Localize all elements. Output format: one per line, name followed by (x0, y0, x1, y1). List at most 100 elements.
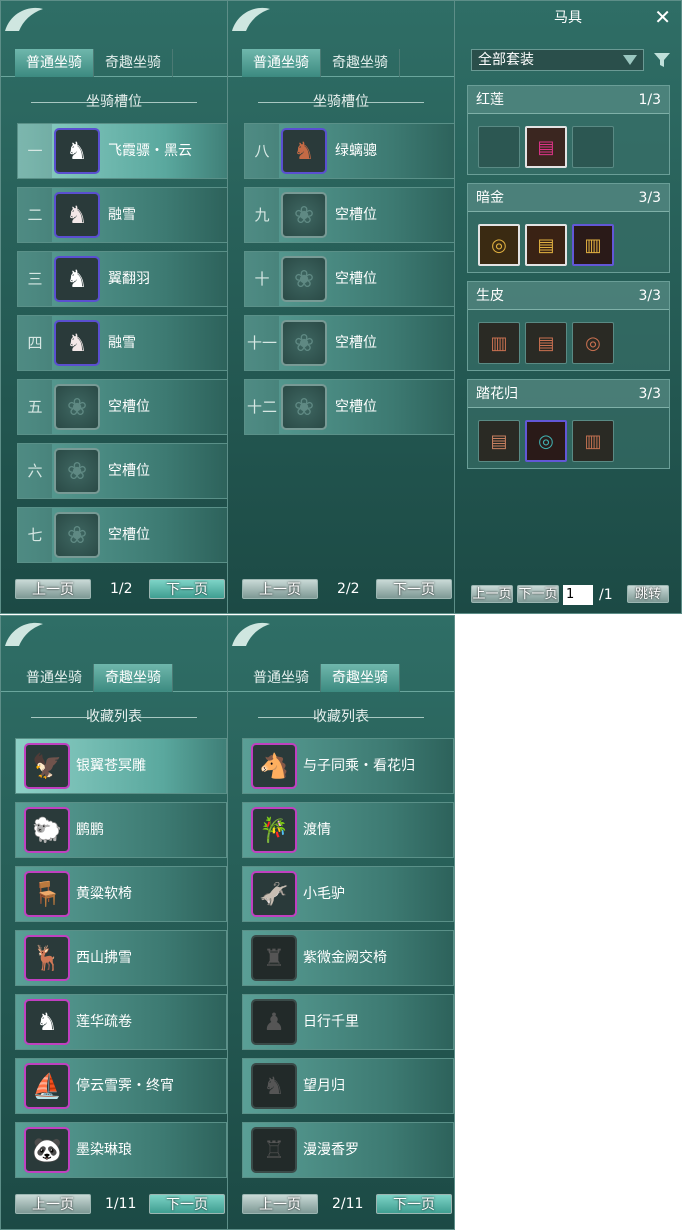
next-page-button[interactable]: 下一页 (376, 1194, 452, 1214)
bridle-icon[interactable]: ◎ (478, 224, 520, 266)
mount-slot[interactable]: 三 ♞ 翼翻羽 (17, 251, 227, 307)
slot-name: 空槽位 (335, 207, 377, 223)
next-page-button[interactable]: 下一页 (517, 585, 559, 603)
saddle-icon[interactable]: ▤ (478, 420, 520, 462)
deer-icon: ♞ (251, 1063, 297, 1109)
tab-fun-mount[interactable]: 奇趣坐骑 (321, 664, 400, 692)
prev-page-button[interactable]: 上一页 (471, 585, 513, 603)
riders-icon: 🐴 (251, 743, 297, 789)
tab-normal-mount[interactable]: 普通坐骑 (15, 664, 94, 692)
collection-item[interactable]: 🪑 黄粱软椅 (15, 866, 227, 922)
saddle-icon[interactable]: ▤ (525, 224, 567, 266)
collection-item[interactable]: 🦌 西山拂雪 (15, 930, 227, 986)
prev-page-button[interactable]: 上一页 (242, 579, 318, 599)
stirrup-icon[interactable]: ▥ (572, 420, 614, 462)
tab-fun-mount[interactable]: 奇趣坐骑 (94, 49, 173, 77)
mount-slot-panel-2: 普通坐骑 奇趣坐骑 坐骑槽位 八 ♞ 绿螭骢 九 ❀ 空槽位 十 ❀ 空槽位 十… (227, 0, 455, 614)
mount-slot[interactable]: 十二 ❀ 空槽位 (244, 379, 454, 435)
collection-item[interactable]: 🦅 银翼苍冥雕 (15, 738, 227, 794)
item-name: 小毛驴 (303, 886, 345, 902)
slot-number: 六 (18, 444, 52, 498)
item-name: 黄粱软椅 (76, 886, 132, 902)
collection-item[interactable]: ♞ 望月归 (242, 1058, 454, 1114)
set-name: 红莲 (476, 92, 504, 108)
stirrup-icon[interactable]: ▥ (478, 322, 520, 364)
empty-slot-icon: ❀ (281, 256, 327, 302)
section-title: 收藏列表 (228, 706, 454, 728)
saddle-icon[interactable]: ▤ (525, 322, 567, 364)
bridle-icon[interactable]: ◎ (572, 322, 614, 364)
slot-name: 空槽位 (335, 271, 377, 287)
panel-title: 马具 (554, 10, 582, 26)
pager: 上一页 2/2 下一页 (242, 579, 454, 601)
item-name: 西山拂雪 (76, 950, 132, 966)
set-name: 生皮 (476, 288, 504, 304)
collection-item[interactable]: 🎋 渡情 (242, 802, 454, 858)
mount-slot[interactable]: 四 ♞ 融雪 (17, 315, 227, 371)
close-icon[interactable]: ✕ (654, 5, 671, 29)
mount-slot[interactable]: 十一 ❀ 空槽位 (244, 315, 454, 371)
collection-item[interactable]: 🐑 鹏鹏 (15, 802, 227, 858)
collection-item[interactable]: ♞ 莲华疏卷 (15, 994, 227, 1050)
collection-item[interactable]: 🐴 与子同乘・看花归 (242, 738, 454, 794)
bridle-icon[interactable]: ◎ (525, 420, 567, 462)
empty-gear-slot[interactable] (572, 126, 614, 168)
next-page-button[interactable]: 下一页 (149, 579, 225, 599)
prev-page-button[interactable]: 上一页 (15, 1194, 91, 1214)
dragon-ornament-icon (1, 616, 47, 650)
mount-slot[interactable]: 五 ❀ 空槽位 (17, 379, 227, 435)
slot-name: 绿螭骢 (335, 143, 377, 159)
set-count: 3/3 (638, 288, 661, 304)
item-name: 墨染琳琅 (76, 1142, 132, 1158)
mount-slot[interactable]: 七 ❀ 空槽位 (17, 507, 227, 563)
jump-button[interactable]: 跳转 (627, 585, 669, 603)
prev-page-button[interactable]: 上一页 (15, 579, 91, 599)
page-indicator: 1/2 (110, 581, 133, 597)
slot-number: 十二 (245, 380, 279, 434)
slot-number: 三 (18, 252, 52, 306)
empty-gear-slot[interactable] (478, 126, 520, 168)
mount-slot[interactable]: 九 ❀ 空槽位 (244, 187, 454, 243)
mount-slot[interactable]: 六 ❀ 空槽位 (17, 443, 227, 499)
mount-slot[interactable]: 十 ❀ 空槽位 (244, 251, 454, 307)
dragon-ornament-icon (228, 1, 274, 35)
pager: 上一页 1/11 下一页 (15, 1194, 227, 1216)
dragon-ornament-icon (1, 1, 47, 35)
prev-page-button[interactable]: 上一页 (242, 1194, 318, 1214)
page-input[interactable]: 1 (563, 585, 593, 605)
next-page-button[interactable]: 下一页 (376, 579, 452, 599)
empty-slot-icon: ❀ (54, 512, 100, 558)
brown-horse-icon: ♞ (281, 128, 327, 174)
saddle-icon[interactable]: ▤ (525, 126, 567, 168)
dropdown-value: 全部套装 (478, 52, 534, 68)
item-name: 停云雪霁・终宵 (76, 1078, 174, 1094)
collection-item[interactable]: 🐼 墨染琳琅 (15, 1122, 227, 1178)
dragon-ornament-icon (228, 616, 274, 650)
slot-number: 二 (18, 188, 52, 242)
stirrup-icon[interactable]: ▥ (572, 224, 614, 266)
tab-fun-mount[interactable]: 奇趣坐骑 (321, 49, 400, 77)
collection-item[interactable]: ♟ 日行千里 (242, 994, 454, 1050)
tab-normal-mount[interactable]: 普通坐骑 (15, 49, 94, 77)
tab-normal-mount[interactable]: 普通坐骑 (242, 664, 321, 692)
tab-bar: 普通坐骑 奇趣坐骑 (1, 664, 227, 692)
mount-slot[interactable]: 二 ♞ 融雪 (17, 187, 227, 243)
item-name: 紫微金阙交椅 (303, 950, 387, 966)
collection-item[interactable]: 🫏 小毛驴 (242, 866, 454, 922)
item-name: 望月归 (303, 1078, 345, 1094)
item-name: 渡情 (303, 822, 331, 838)
mount-slot[interactable]: 一 ♞ 飞霞骠・黑云 (17, 123, 227, 179)
mount-slot[interactable]: 八 ♞ 绿螭骢 (244, 123, 454, 179)
gear-set: 红莲 1/3 ▤ (467, 85, 670, 175)
collection-item[interactable]: ♜ 紫微金阙交椅 (242, 930, 454, 986)
filter-icon[interactable] (653, 51, 671, 69)
slot-number: 七 (18, 508, 52, 562)
collection-item[interactable]: ♖ 漫漫香罗 (242, 1122, 454, 1178)
tab-normal-mount[interactable]: 普通坐骑 (242, 49, 321, 77)
set-filter-dropdown[interactable]: 全部套装 (471, 49, 644, 71)
next-page-button[interactable]: 下一页 (149, 1194, 225, 1214)
collection-item[interactable]: ⛵ 停云雪霁・终宵 (15, 1058, 227, 1114)
tab-bar: 普通坐骑 奇趣坐骑 (228, 49, 454, 77)
tab-fun-mount[interactable]: 奇趣坐骑 (94, 664, 173, 692)
gear-set-header: 红莲 1/3 (468, 86, 669, 114)
